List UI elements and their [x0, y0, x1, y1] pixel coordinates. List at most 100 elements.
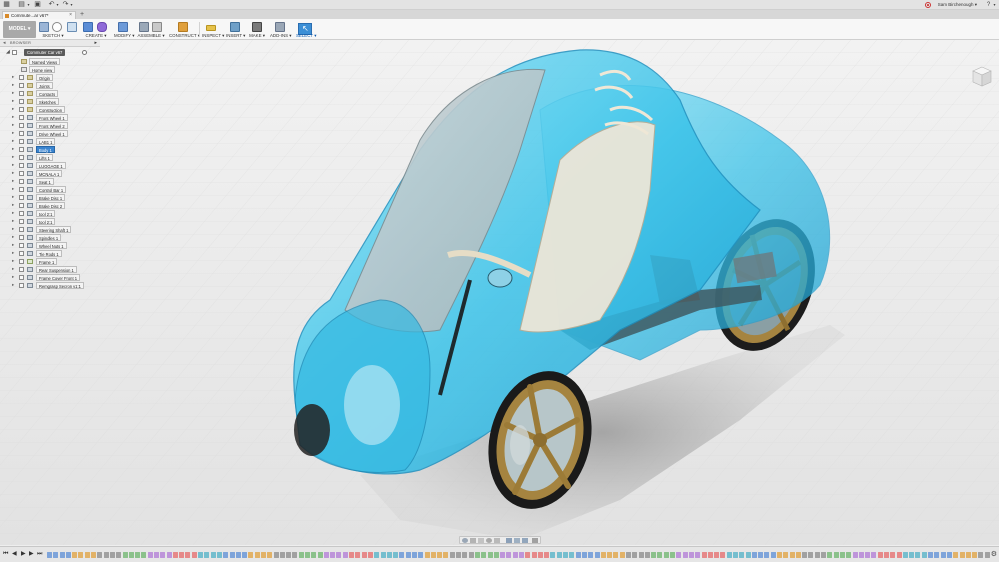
- timeline-feature-marker[interactable]: [367, 552, 373, 558]
- timeline-feature-marker[interactable]: [625, 552, 631, 558]
- browser-tree-item-label[interactable]: Lifts 1: [36, 153, 53, 161]
- expand-triangle-icon[interactable]: ▸: [12, 162, 14, 168]
- timeline-feature-marker[interactable]: [594, 552, 600, 558]
- visibility-toggle-icon[interactable]: [19, 162, 24, 168]
- add-ins-menu[interactable]: ADD-INS ▾: [270, 33, 291, 39]
- timeline-feature-marker[interactable]: [877, 552, 883, 558]
- zoom-icon[interactable]: [486, 538, 492, 543]
- timeline-feature-marker[interactable]: [65, 552, 71, 558]
- browser-tree-item[interactable]: ▸ Frame 1: [0, 257, 100, 265]
- fit-icon[interactable]: [494, 538, 500, 543]
- visibility-toggle-icon[interactable]: [19, 130, 24, 136]
- timeline-feature-marker[interactable]: [59, 552, 65, 558]
- timeline-feature-marker[interactable]: [386, 552, 392, 558]
- timeline-feature-marker[interactable]: [953, 552, 959, 558]
- insert-group[interactable]: INSERT ▾: [226, 20, 245, 39]
- timeline-feature-marker[interactable]: [97, 552, 103, 558]
- insert-image-icon[interactable]: [230, 22, 240, 32]
- grid-settings-icon[interactable]: [514, 538, 520, 543]
- 3d-viewport[interactable]: [0, 40, 999, 545]
- expand-triangle-icon[interactable]: ▸: [12, 90, 14, 96]
- visibility-toggle-icon[interactable]: [12, 50, 17, 55]
- visibility-toggle-icon[interactable]: [19, 82, 24, 88]
- visibility-toggle-icon[interactable]: [19, 210, 24, 216]
- browser-tree-item[interactable]: ▸ Brake Disc 1: [0, 193, 100, 201]
- timeline-feature-marker[interactable]: [380, 552, 386, 558]
- timeline-feature-marker[interactable]: [707, 552, 713, 558]
- timeline-feature-marker[interactable]: [802, 552, 808, 558]
- timeline-feature-marker[interactable]: [122, 552, 128, 558]
- expand-triangle-icon[interactable]: ▸: [12, 186, 14, 192]
- create-form-icon[interactable]: [97, 22, 107, 32]
- expand-triangle-icon[interactable]: ▸: [12, 282, 14, 288]
- browser-tree-item[interactable]: ▸ tool 2:1: [0, 209, 100, 217]
- timeline-feature-marker[interactable]: [405, 552, 411, 558]
- browser-tree-item[interactable]: ▸ LAB1 1: [0, 137, 100, 145]
- timeline-feature-marker[interactable]: [676, 552, 682, 558]
- visibility-toggle-icon[interactable]: [19, 274, 24, 280]
- timeline-feature-marker[interactable]: [185, 552, 191, 558]
- timeline-feature-marker[interactable]: [198, 552, 204, 558]
- timeline-feature-marker[interactable]: [242, 552, 248, 558]
- browser-tree-item-label[interactable]: Front Wheel 1: [36, 113, 68, 121]
- timeline-feature-marker[interactable]: [934, 552, 940, 558]
- browser-tree-item[interactable]: Home view: [0, 65, 100, 73]
- timeline-feature-marker[interactable]: [323, 552, 329, 558]
- browser-tree-item[interactable]: ▸ Seat 1: [0, 177, 100, 185]
- root-component-label[interactable]: Commuter Car v67: [24, 49, 66, 56]
- timeline-feature-marker[interactable]: [556, 552, 562, 558]
- expand-triangle-icon[interactable]: ▸: [12, 226, 14, 232]
- timeline-feature-marker[interactable]: [959, 552, 965, 558]
- browser-tree-item[interactable]: ▸ Control Bar 1: [0, 185, 100, 193]
- browser-tree-item-label[interactable]: Brake Disc 2: [36, 201, 66, 209]
- gear-icon[interactable]: ⚙: [991, 551, 997, 559]
- expand-triangle-icon[interactable]: ▸: [12, 154, 14, 160]
- visibility-toggle-icon[interactable]: [19, 226, 24, 232]
- browser-tree-item-label[interactable]: Named Views: [29, 57, 61, 65]
- timeline-feature-marker[interactable]: [279, 552, 285, 558]
- go-to-end-icon[interactable]: ⏭: [37, 551, 42, 558]
- browser-tree-item-label[interactable]: Front Wheel 2: [36, 121, 68, 129]
- make-group[interactable]: MAKE ▾: [248, 20, 266, 39]
- browser-root[interactable]: ◢ Commuter Car v67: [6, 49, 87, 56]
- timeline-feature-marker[interactable]: [795, 552, 801, 558]
- expand-triangle-icon[interactable]: ▸: [12, 122, 14, 128]
- timeline-feature-marker[interactable]: [714, 552, 720, 558]
- timeline-feature-marker[interactable]: [191, 552, 197, 558]
- expand-triangle-icon[interactable]: ▸: [12, 82, 14, 88]
- record-icon[interactable]: [925, 2, 931, 8]
- create-group[interactable]: CREATE ▾: [82, 20, 110, 39]
- browser-tree-item-label[interactable]: Origin: [36, 73, 53, 81]
- expand-triangle-icon[interactable]: ▸: [12, 258, 14, 264]
- timeline-feature-marker[interactable]: [789, 552, 795, 558]
- timeline-feature-marker[interactable]: [430, 552, 436, 558]
- timeline-feature-marker[interactable]: [141, 552, 147, 558]
- expand-triangle-icon[interactable]: ▸: [12, 74, 14, 80]
- save-icon[interactable]: ▣: [33, 1, 42, 9]
- browser-tree-item-label[interactable]: Contacts: [36, 89, 59, 97]
- expand-triangle-icon[interactable]: ▸: [12, 130, 14, 136]
- expand-triangle-icon[interactable]: ▸: [12, 114, 14, 120]
- timeline-feature-marker[interactable]: [902, 552, 908, 558]
- timeline-feature-marker[interactable]: [267, 552, 273, 558]
- browser-tree-item-label[interactable]: Rear Suspension 1: [36, 265, 77, 273]
- timeline-feature-marker[interactable]: [361, 552, 367, 558]
- timeline-feature-marker[interactable]: [726, 552, 732, 558]
- look-at-icon[interactable]: [470, 538, 476, 543]
- expand-triangle-icon[interactable]: ▸: [12, 242, 14, 248]
- timeline-feature-marker[interactable]: [777, 552, 783, 558]
- timeline-feature-marker[interactable]: [663, 552, 669, 558]
- timeline-feature-marker[interactable]: [607, 552, 613, 558]
- timeline-feature-marker[interactable]: [984, 552, 990, 558]
- timeline-feature-marker[interactable]: [644, 552, 650, 558]
- timeline-feature-marker[interactable]: [481, 552, 487, 558]
- timeline-feature-marker[interactable]: [248, 552, 254, 558]
- visibility-toggle-icon[interactable]: [19, 242, 24, 248]
- expand-triangle-icon[interactable]: ▸: [12, 194, 14, 200]
- effects-icon[interactable]: [532, 538, 538, 543]
- browser-tree-item-label[interactable]: Sketches: [36, 97, 59, 105]
- joint-icon[interactable]: [152, 22, 162, 32]
- browser-tree-item[interactable]: ▸ Remgrasp Secron v1:1: [0, 281, 100, 289]
- browser-tree-item[interactable]: ▸ Tie Rods 1: [0, 249, 100, 257]
- redo-caret-icon[interactable]: ▾: [67, 1, 76, 9]
